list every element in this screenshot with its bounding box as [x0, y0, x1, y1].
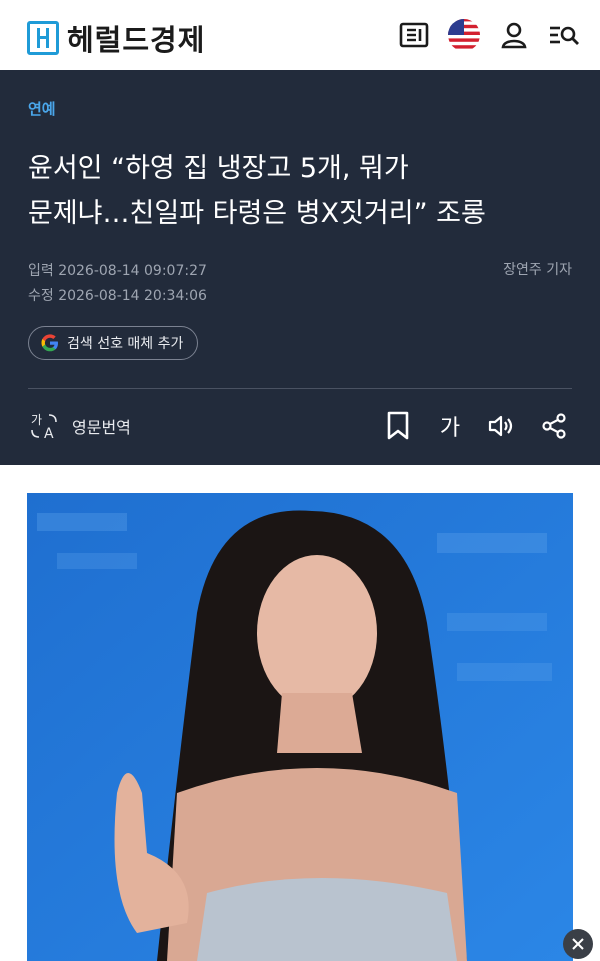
svg-text:A: A	[44, 426, 54, 442]
article-category[interactable]: 연예	[28, 98, 56, 119]
article-photo	[27, 493, 573, 961]
divider	[28, 388, 572, 389]
newspaper-icon[interactable]	[396, 17, 432, 53]
speaker-icon[interactable]	[484, 406, 520, 446]
article-dates: 입력 2026-08-14 09:07:27 수정 2026-08-14 20:…	[28, 259, 207, 309]
user-icon[interactable]	[496, 17, 532, 53]
modified-date: 수정 2026-08-14 20:34:06	[28, 288, 207, 304]
logo-text: 헤럴드경제	[67, 23, 206, 57]
translate-button[interactable]: 가 A 영문번역	[28, 410, 131, 442]
font-size-button[interactable]: 가	[432, 406, 468, 446]
google-icon	[41, 334, 58, 352]
site-header: 헤럴드경제	[0, 0, 600, 70]
search-menu-icon[interactable]	[546, 17, 582, 53]
us-flag-icon[interactable]	[446, 17, 482, 53]
article-toolbar: 가 A 영문번역 가	[28, 406, 572, 446]
reporter-name[interactable]: 장연주 기자	[503, 259, 572, 279]
share-icon[interactable]	[536, 406, 572, 446]
article-title-line2: 문제냐…친일파 타령은 병X짓거리” 조롱	[28, 198, 486, 229]
close-icon[interactable]	[563, 929, 593, 959]
svg-text:가: 가	[31, 413, 42, 427]
article-title: 윤서인 “하영 집 냉장고 5개, 뭐가 문제냐…친일파 타령은 병X짓거리” …	[28, 146, 573, 236]
translate-icon: 가 A	[31, 413, 57, 442]
translate-label: 영문번역	[72, 418, 131, 437]
article-title-line1: 윤서인 “하영 집 냉장고 5개, 뭐가	[28, 153, 409, 184]
add-preferred-source-label: 검색 선호 매체 추가	[67, 336, 184, 352]
logo-mark-icon	[27, 21, 59, 55]
article-header: 연예 윤서인 “하영 집 냉장고 5개, 뭐가 문제냐…친일파 타령은 병X짓거…	[0, 70, 600, 465]
published-date: 입력 2026-08-14 09:07:27	[28, 263, 207, 279]
add-preferred-source-button[interactable]: 검색 선호 매체 추가	[28, 326, 199, 360]
site-logo[interactable]: 헤럴드경제	[27, 17, 205, 59]
bookmark-icon[interactable]	[380, 406, 416, 446]
